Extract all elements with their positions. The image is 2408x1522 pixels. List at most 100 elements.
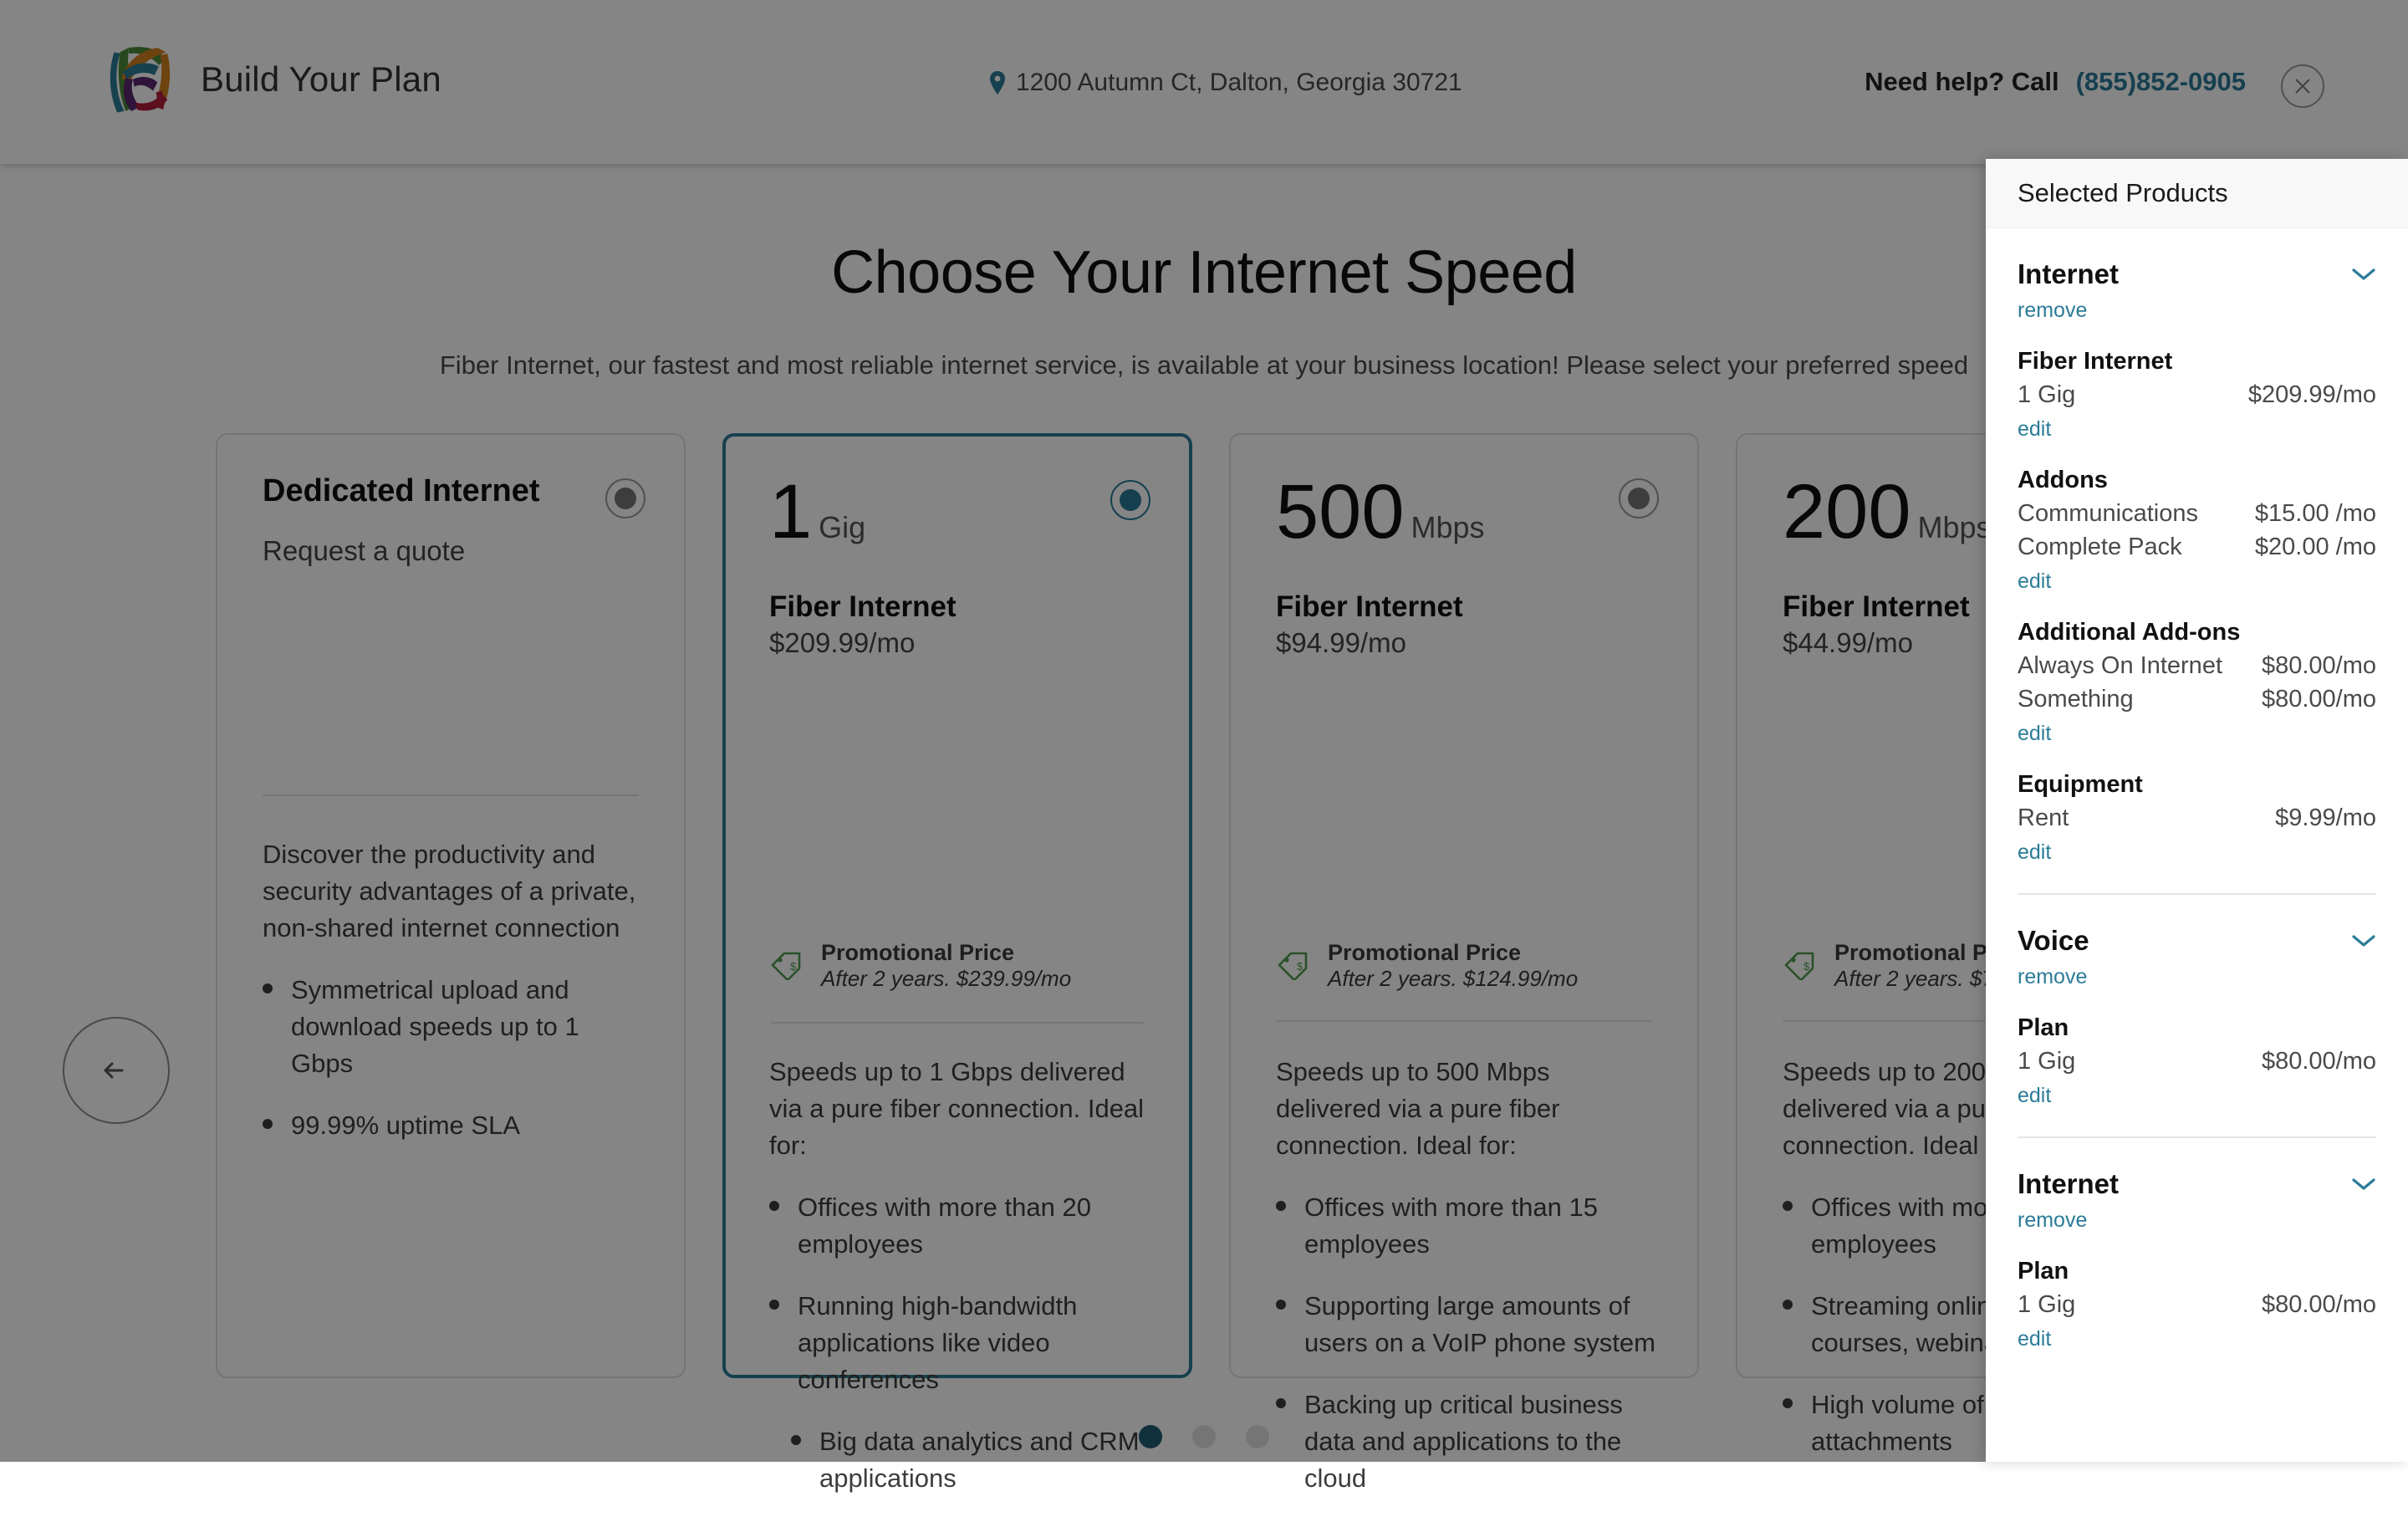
panel-group-header[interactable]: Internet	[2018, 258, 2376, 290]
chevron-down-icon[interactable]	[2351, 933, 2376, 948]
selected-products-header: Selected Products	[1986, 159, 2408, 228]
plan-benefit-list: Offices with more than 15 employees Supp…	[1276, 1189, 1659, 1497]
list-item: 99.99% uptime SLA	[263, 1107, 645, 1144]
plan-card-list: Dedicated Internet Request a quote Disco…	[216, 433, 2206, 1378]
edit-link[interactable]: edit	[2018, 722, 2051, 746]
table-row: Always On Internet $80.00/mo	[2018, 652, 2376, 680]
row-label: Communications	[2018, 500, 2198, 528]
plan-product-name: Fiber Internet	[769, 590, 1145, 624]
table-row: 1 Gig $80.00/mo	[2018, 1291, 2376, 1319]
remove-link[interactable]: remove	[2018, 965, 2087, 989]
list-item-label: Symmetrical upload and download speeds u…	[291, 972, 645, 1082]
pagination-dot-2[interactable]	[1192, 1425, 1216, 1448]
plan-card-details: Speeds up to 1 Gbps delivered via a pure…	[769, 1054, 1152, 1522]
radio-unselected-icon[interactable]	[1619, 478, 1659, 518]
promotional-price-sub: After 2 years. $124.99/mo	[1328, 966, 1578, 991]
service-address-text: 1200 Autumn Ct, Dalton, Georgia 30721	[1016, 69, 1462, 97]
row-value: $80.00/mo	[2262, 1048, 2376, 1075]
panel-group-header[interactable]: Internet	[2018, 1168, 2376, 1200]
bullet-icon	[769, 1300, 779, 1398]
close-icon	[2293, 76, 2313, 96]
promotional-price-title: Promotional Price	[821, 940, 1014, 965]
plan-card-details: Speeds up to 500 Mbps delivered via a pu…	[1276, 1054, 1659, 1522]
bullet-icon	[769, 1201, 779, 1263]
chevron-down-icon[interactable]	[2351, 1177, 2376, 1192]
radio-selected-icon[interactable]	[1110, 480, 1150, 520]
row-label: 1 Gig	[2018, 1048, 2075, 1075]
panel-section-heading: Plan	[2018, 1014, 2376, 1042]
svg-text:$: $	[1297, 960, 1303, 973]
panel-section-addons: Addons Communications $15.00 /mo Complet…	[2018, 467, 2376, 594]
bullet-icon	[1783, 1201, 1793, 1263]
selected-products-title: Selected Products	[2018, 178, 2228, 208]
promotional-price-block: $ Promotional Price After 2 years. $124.…	[1276, 940, 1697, 992]
plan-card-500-mbps[interactable]: 500 Mbps Fiber Internet $94.99/mo $ Prom	[1229, 433, 1699, 1378]
plan-description: Speeds up to 500 Mbps delivered via a pu…	[1276, 1054, 1659, 1164]
edit-link[interactable]: edit	[2018, 840, 2051, 865]
promotional-price-sub: After 2 years. $239.99/mo	[821, 966, 1071, 991]
bullet-icon	[263, 1119, 273, 1144]
remove-link[interactable]: remove	[2018, 1208, 2087, 1233]
list-item: Running high-bandwidth applications like…	[769, 1288, 1152, 1398]
edit-link[interactable]: edit	[2018, 417, 2051, 442]
map-pin-icon	[989, 71, 1006, 94]
plan-card-dedicated-internet[interactable]: Dedicated Internet Request a quote Disco…	[216, 433, 686, 1378]
help-phone-link[interactable]: (855)852-0905	[2076, 67, 2246, 97]
list-item: Symmetrical upload and download speeds u…	[263, 972, 645, 1082]
panel-section-heading: Equipment	[2018, 771, 2376, 799]
row-value: $209.99/mo	[2248, 381, 2376, 409]
plan-card-1-gig[interactable]: 1 Gig Fiber Internet $209.99/mo $ Promot	[722, 433, 1192, 1378]
row-value: $20.00 /mo	[2255, 534, 2376, 561]
panel-section-plan: Plan 1 Gig $80.00/mo edit	[2018, 1258, 2376, 1351]
row-value: $80.00/mo	[2262, 1291, 2376, 1319]
panel-group-title: Voice	[2018, 925, 2089, 957]
plan-price: $94.99/mo	[1276, 627, 1652, 659]
selected-products-body: Internet remove Fiber Internet 1 Gig $20…	[1986, 228, 2408, 1351]
row-label: 1 Gig	[2018, 1291, 2075, 1319]
help-label: Need help? Call	[1865, 67, 2059, 97]
list-item-label: 99.99% uptime SLA	[291, 1107, 520, 1144]
carousel-prev-button[interactable]	[63, 1017, 170, 1124]
plan-speed-number: 500	[1276, 473, 1405, 550]
plan-card-details: Discover the productivity and security a…	[263, 836, 645, 1169]
panel-section-heading: Additional Add-ons	[2018, 619, 2376, 646]
plan-card-subtitle: Request a quote	[263, 535, 639, 567]
promotional-price-block: $ Promotional Price After 2 years. $239.…	[769, 940, 1189, 992]
list-item-label: Offices with more than 15 employees	[1304, 1189, 1659, 1263]
pagination-dot-1[interactable]	[1139, 1425, 1162, 1448]
panel-group-title: Internet	[2018, 258, 2119, 290]
svg-text:$: $	[1803, 960, 1810, 973]
bullet-icon	[1276, 1300, 1286, 1361]
chevron-down-icon[interactable]	[2351, 267, 2376, 282]
divider	[263, 794, 639, 796]
plan-benefit-list: Offices with more than 20 employees Runn…	[769, 1189, 1152, 1497]
panel-group-voice: Voice remove Plan 1 Gig $80.00/mo edit	[2018, 895, 2376, 1138]
edit-link[interactable]: edit	[2018, 569, 2051, 594]
help-block: Need help? Call (855)852-0905	[1865, 67, 2246, 97]
table-row: Complete Pack $20.00 /mo	[2018, 534, 2376, 561]
plan-description: Speeds up to 1 Gbps delivered via a pure…	[769, 1054, 1152, 1164]
panel-group-title: Internet	[2018, 1168, 2119, 1200]
plan-speed-unit: Mbps	[1918, 510, 1992, 545]
row-value: $80.00/mo	[2262, 686, 2376, 713]
radio-unselected-icon[interactable]	[605, 478, 645, 518]
price-tag-icon: $	[1783, 940, 1816, 980]
promotional-price-text: Promotional Price After 2 years. $124.99…	[1328, 940, 1697, 992]
close-button[interactable]	[2281, 64, 2324, 108]
bullet-icon	[263, 983, 273, 1082]
price-tag-icon: $	[1276, 940, 1309, 980]
edit-link[interactable]: edit	[2018, 1327, 2051, 1351]
plan-speed: 500 Mbps	[1276, 473, 1652, 560]
divider	[1276, 1020, 1652, 1022]
row-label: Complete Pack	[2018, 534, 2182, 561]
selected-products-panel: Selected Products Internet remove Fiber …	[1986, 159, 2408, 1462]
plan-speed: 1 Gig	[769, 473, 1145, 560]
table-row: Something $80.00/mo	[2018, 686, 2376, 713]
panel-section-fiber-internet: Fiber Internet 1 Gig $209.99/mo edit	[2018, 348, 2376, 442]
plan-product-name: Fiber Internet	[1276, 590, 1652, 624]
panel-section-heading: Fiber Internet	[2018, 348, 2376, 375]
pagination-dot-3[interactable]	[1246, 1425, 1269, 1448]
remove-link[interactable]: remove	[2018, 299, 2087, 323]
panel-group-header[interactable]: Voice	[2018, 925, 2376, 957]
edit-link[interactable]: edit	[2018, 1084, 2051, 1108]
